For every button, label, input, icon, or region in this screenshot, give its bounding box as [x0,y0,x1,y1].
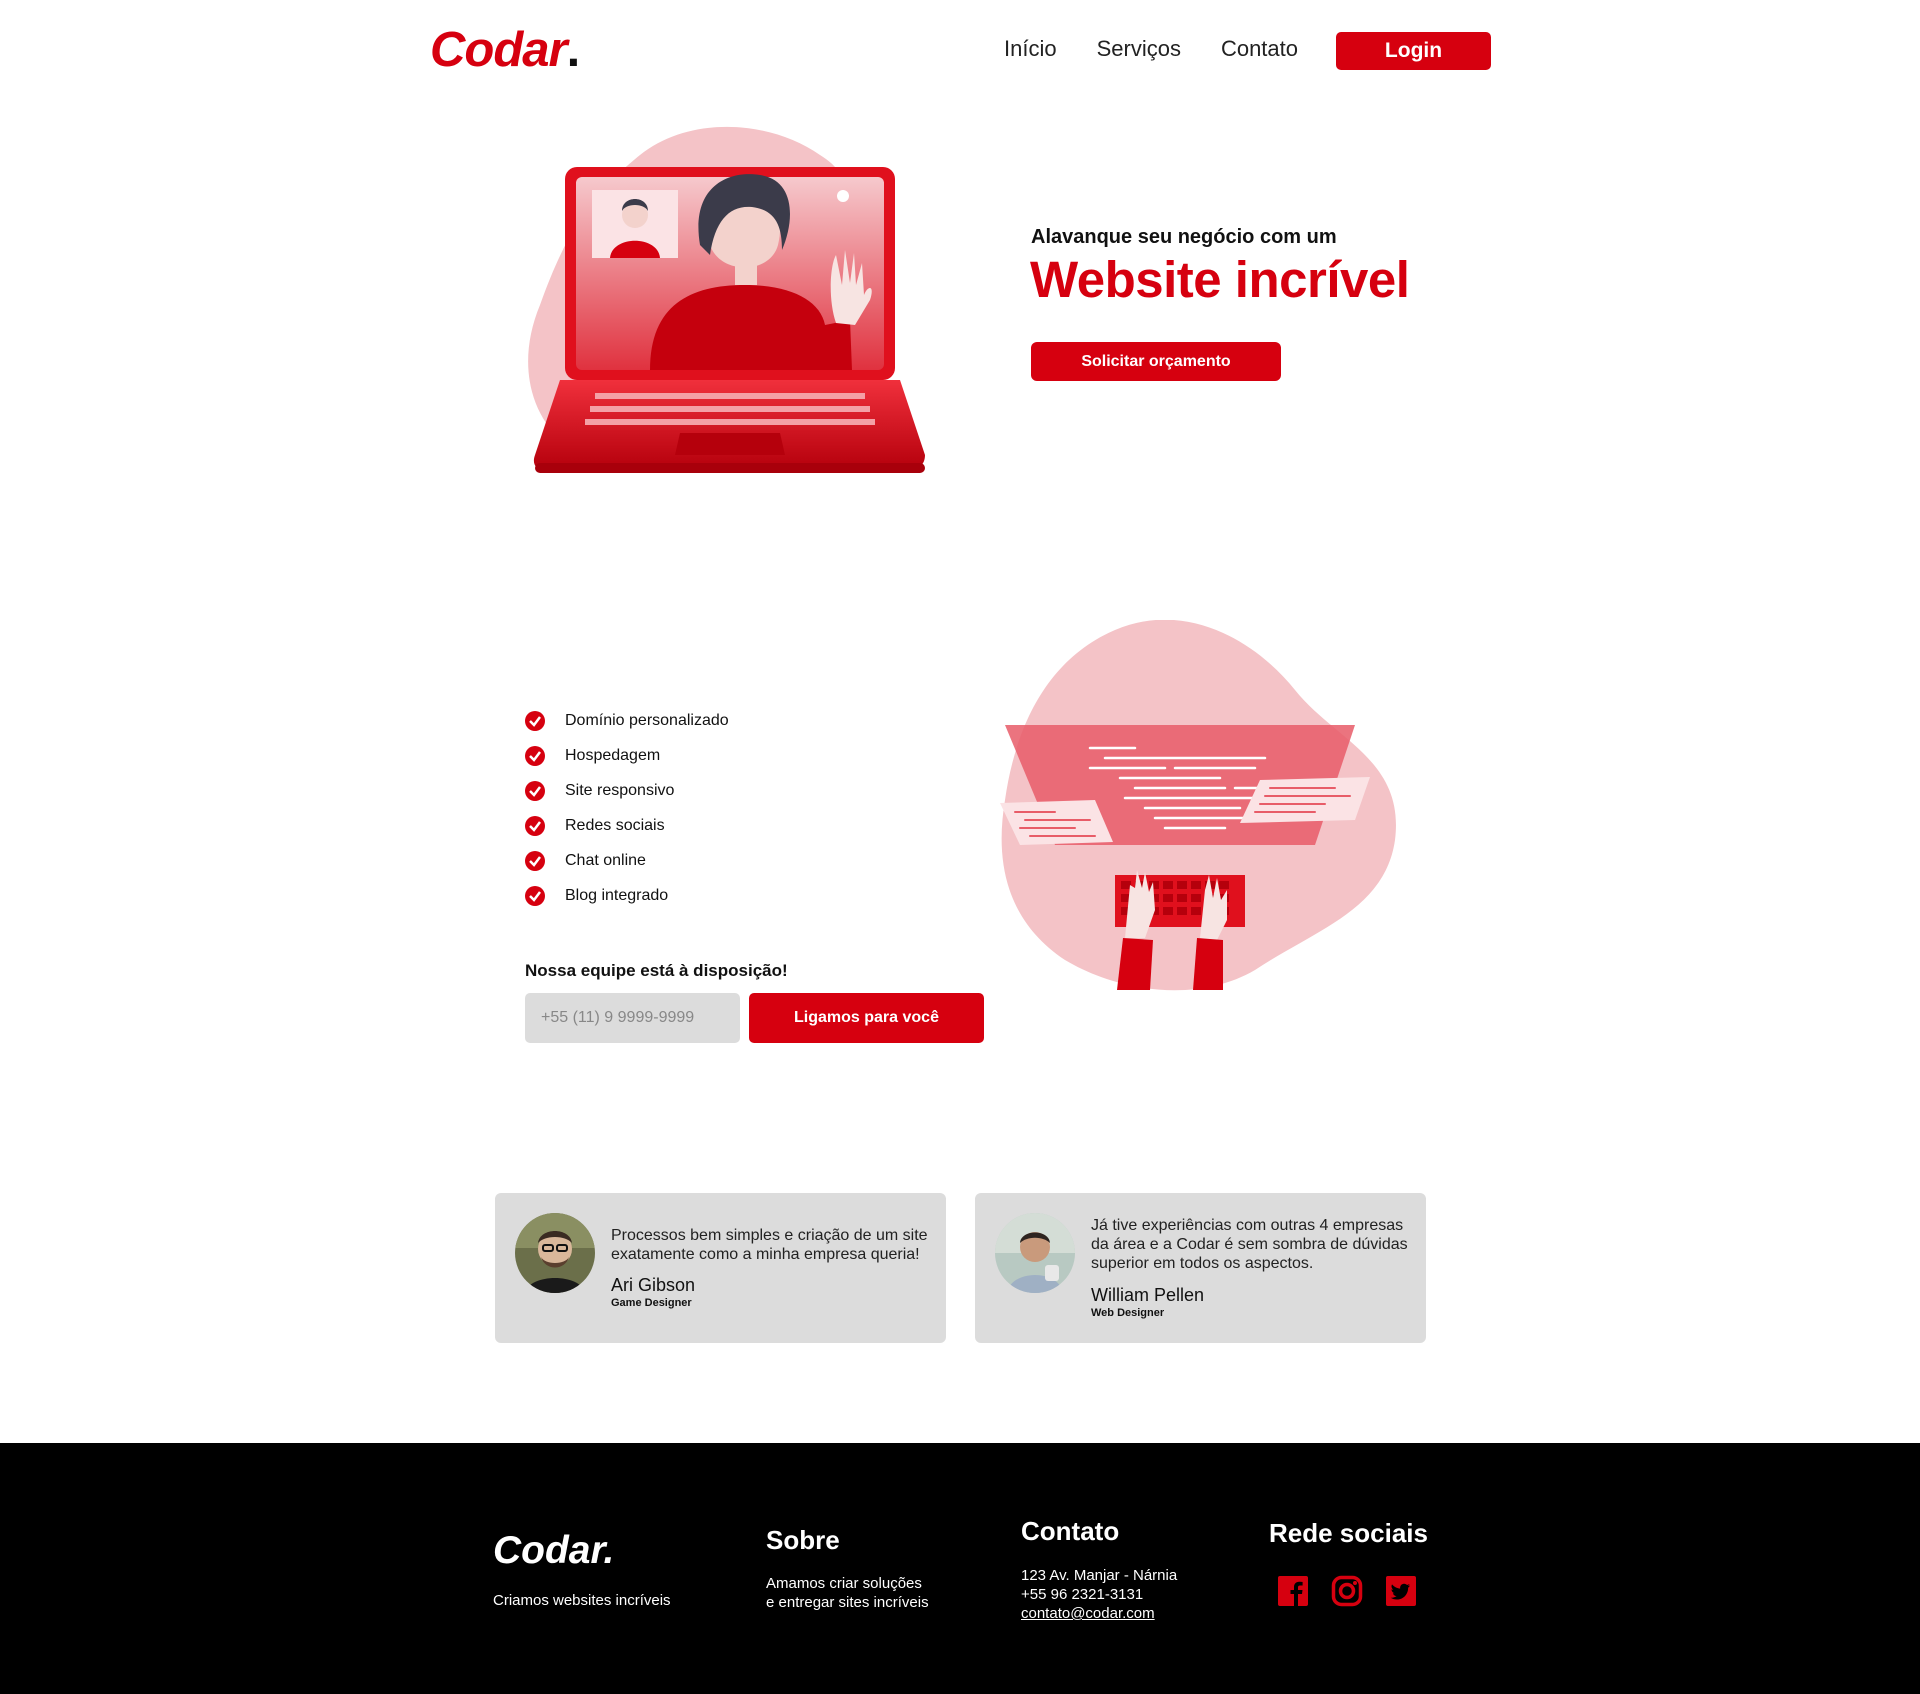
feature-label: Chat online [565,851,646,869]
testimonial-role: Game Designer [611,1297,692,1309]
team-availability-text: Nossa equipe está à disposição! [525,961,788,980]
avatar [515,1213,595,1293]
testimonial-text: Já tive experiências com outras 4 empres… [1091,1217,1408,1272]
check-icon [525,850,545,871]
request-quote-button[interactable]: Solicitar orçamento [1031,342,1281,381]
hero-title: Website incrível [1030,251,1410,308]
testimonial-card: Já tive experiências com outras 4 empres… [975,1193,1426,1343]
twitter-icon[interactable] [1385,1575,1417,1607]
check-icon [525,885,545,906]
list-item: Blog integrado [525,878,729,913]
nav-link-contato[interactable]: Contato [1221,36,1298,62]
main-nav: Início Serviços Contato [1004,36,1298,62]
check-icon [525,745,545,766]
list-item: Site responsivo [525,773,729,808]
footer-about-line: Amamos criar soluções [766,1575,922,1592]
footer-contact-title: Contato [1021,1516,1120,1546]
check-icon [525,780,545,801]
nav-link-servicos[interactable]: Serviços [1097,36,1181,62]
hero-subtitle: Alavanque seu negócio com um [1031,226,1337,248]
list-item: Redes sociais [525,808,729,843]
footer-logo[interactable]: Codar. [493,1529,614,1573]
footer-about-title: Sobre [766,1525,840,1555]
facebook-icon[interactable] [1277,1575,1309,1607]
testimonial-name: Ari Gibson [611,1275,696,1295]
footer-about-text: Amamos criar soluções e entregar sites i… [766,1574,929,1612]
phone-input[interactable] [525,993,740,1043]
testimonial-role: Web Designer [1091,1307,1165,1319]
feature-label: Redes sociais [565,816,665,834]
list-item: Chat online [525,843,729,878]
footer: Codar. Criamos websites incríveis Sobre … [0,1443,1920,1694]
testimonial-text: Processos bem simples e criação de um si… [611,1227,928,1263]
check-icon [525,815,545,836]
footer-about-line: e entregar sites incríveis [766,1594,929,1611]
feature-label: Hospedagem [565,746,661,764]
list-item: Domínio personalizado [525,703,729,738]
feature-label: Domínio personalizado [565,711,729,729]
avatar [995,1213,1075,1293]
nav-link-inicio[interactable]: Início [1004,36,1057,62]
coding-illustration [1000,620,1396,991]
login-button[interactable]: Login [1336,32,1491,70]
callback-button[interactable]: Ligamos para você [749,993,984,1043]
instagram-icon[interactable] [1331,1575,1363,1607]
features-list: Domínio personalizado Hospedagem Site re… [525,703,729,913]
footer-address: 123 Av. Manjar - Nárnia [1021,1567,1178,1584]
logo-dot: . [566,23,581,77]
laptop-video-call-illustration [528,126,925,473]
footer-tagline: Criamos websites incríveis [493,1592,671,1609]
footer-phone: +55 96 2321-3131 [1021,1586,1144,1603]
footer-social-title: Rede sociais [1269,1518,1428,1548]
footer-email-link[interactable]: contato@codar.com [1021,1605,1155,1622]
logo[interactable]: Codar. [430,22,581,78]
list-item: Hospedagem [525,738,729,773]
check-icon [525,710,545,731]
testimonial-card: Processos bem simples e criação de um si… [495,1193,946,1343]
footer-contact-info: 123 Av. Manjar - Nárnia +55 96 2321-3131… [1021,1566,1177,1623]
feature-label: Site responsivo [565,781,675,799]
feature-label: Blog integrado [565,886,669,904]
testimonial-name: William Pellen [1091,1285,1205,1305]
logo-text: Codar [430,23,568,77]
